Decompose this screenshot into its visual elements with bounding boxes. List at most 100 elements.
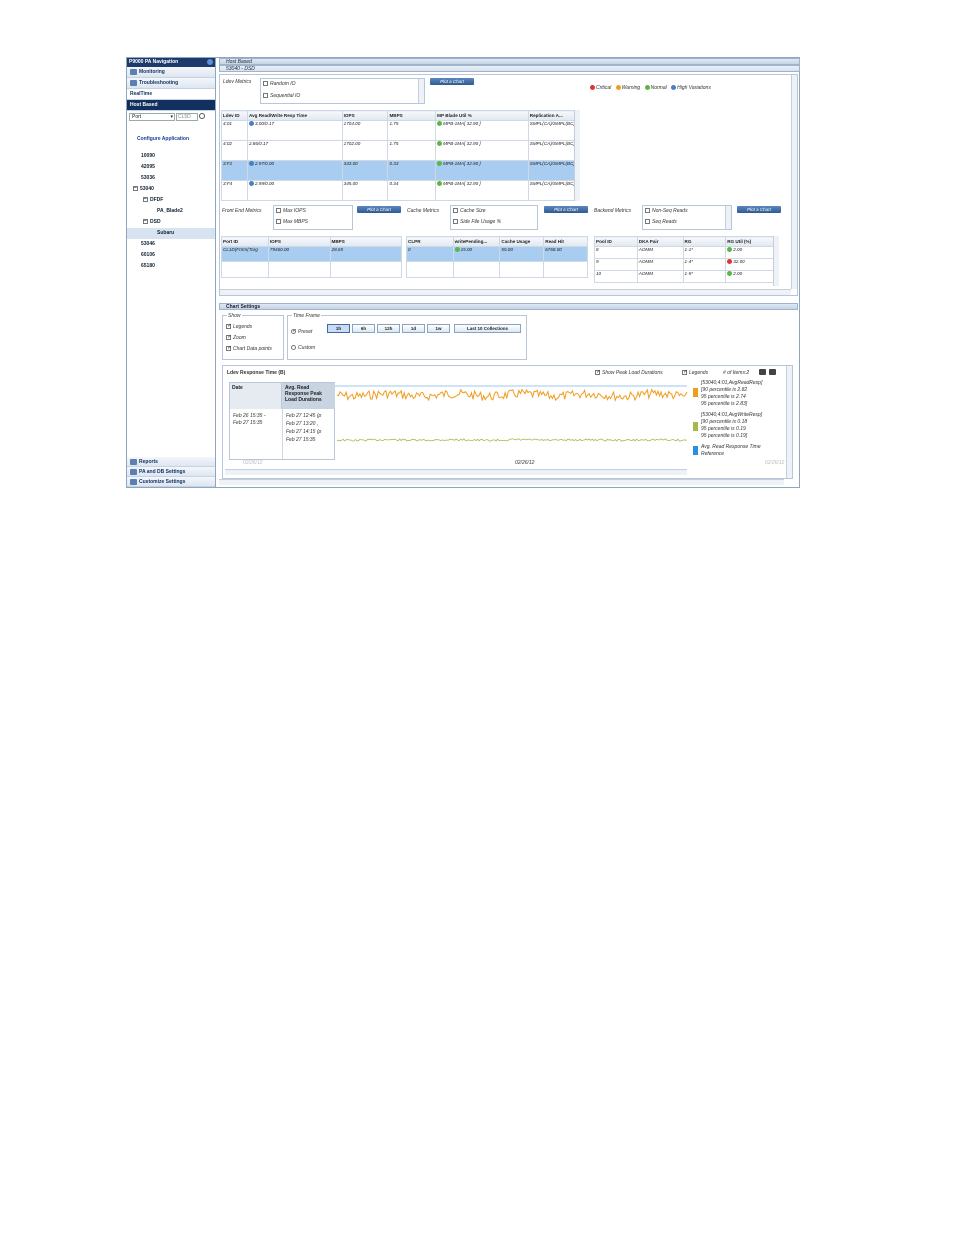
checkbox[interactable]	[276, 219, 281, 225]
checkbox[interactable]	[645, 219, 650, 225]
checkbox[interactable]	[595, 369, 600, 376]
radio[interactable]	[291, 328, 296, 335]
option-seq-reads[interactable]: Seq Reads	[645, 219, 677, 225]
table-row[interactable]: 4:02 2.86/0.17 1702.00 1.75 MPB-1MA[ 32.90 ]…	[221, 140, 578, 161]
checkbox[interactable]	[276, 208, 281, 214]
nav-troubleshooting[interactable]: Troubleshooting	[127, 78, 215, 89]
checkbox[interactable]	[453, 208, 458, 214]
timeframe-6h-button[interactable]: 6h	[352, 324, 375, 333]
list-scrollbar[interactable]	[418, 79, 424, 103]
tree-node[interactable]: 42095	[127, 162, 215, 173]
checkbox[interactable]	[226, 323, 231, 330]
checkbox[interactable]	[682, 369, 687, 376]
checkbox[interactable]	[453, 219, 458, 225]
option-cache-size[interactable]: Cache Size	[453, 208, 486, 214]
tree-node[interactable]: 53046	[127, 239, 215, 250]
collapse-box-icon[interactable]: −	[133, 186, 138, 192]
nav-monitoring[interactable]: Monitoring	[127, 67, 215, 78]
option-side-file[interactable]: Side File Usage %	[453, 219, 501, 225]
list-scrollbar[interactable]	[725, 206, 731, 229]
custom-radio[interactable]: Custom	[291, 345, 315, 351]
column-header[interactable]: IOPS	[341, 110, 389, 121]
column-header[interactable]: Port ID	[221, 236, 269, 247]
table-row[interactable]: 9 AOMM 1-4* 32.00	[594, 258, 774, 271]
table-row-selected[interactable]: 3:F2 2.97/0.00 343.00 0.33 MPB-1MA[ 32.90 ] S…	[221, 160, 578, 181]
pool-scrollbar[interactable]	[773, 236, 779, 286]
chart-scrollbar[interactable]	[786, 366, 792, 478]
column-header[interactable]: MBPS	[329, 236, 403, 247]
nav-customize-settings[interactable]: Customize Settings	[127, 477, 215, 487]
option-sequential-io[interactable]: Sequential IO	[263, 93, 300, 99]
tree-node-expanded[interactable]: − DSD	[127, 217, 215, 228]
configure-application-link[interactable]: Configure Application	[137, 136, 215, 142]
table-scrollbar[interactable]	[574, 110, 580, 201]
timeframe-1d-button[interactable]: 1d	[402, 324, 425, 333]
checkbox[interactable]	[263, 81, 268, 87]
table-row[interactable]: 8 AOMM 1-1* 2.00	[594, 246, 774, 259]
export-icon[interactable]	[759, 369, 766, 375]
table-row[interactable]: 10 AOMM 1-5* 2.00	[594, 270, 774, 283]
column-header[interactable]: MBPS	[387, 110, 437, 121]
checkbox[interactable]	[226, 334, 231, 341]
plot-chart-button[interactable]: Plot a Chart	[544, 206, 588, 213]
chart-settings-header[interactable]: Chart Settings	[219, 303, 798, 310]
tree-node-selected[interactable]: Subaru	[127, 228, 215, 239]
column-header[interactable]: MP Blade Util %	[435, 110, 529, 121]
timeframe-1w-button[interactable]: 1w	[427, 324, 450, 333]
search-input[interactable]: CL5D	[176, 113, 198, 121]
option-chart-data-points[interactable]: Chart Data points	[226, 345, 272, 352]
column-header[interactable]: RG	[682, 236, 727, 247]
column-header[interactable]: Ldev ID	[221, 110, 248, 121]
collapse-box-icon[interactable]: −	[143, 197, 148, 203]
option-legends[interactable]: Legends	[226, 323, 252, 330]
search-icon[interactable]	[199, 113, 205, 119]
plot-chart-button[interactable]: Plot a Chart	[357, 206, 401, 213]
nav-pa-db-settings[interactable]: PA and DB Settings	[127, 467, 215, 477]
table-row-selected[interactable]: CL1D(FIXm(Targ 79460.00 28.65	[221, 246, 403, 262]
column-header[interactable]: Replication A...	[527, 110, 578, 121]
print-icon[interactable]	[769, 369, 776, 375]
last-10-collections-button[interactable]: Last 10 Collections	[454, 324, 521, 333]
plot-chart-button[interactable]: Plot a Chart	[737, 206, 781, 213]
tree-node[interactable]: 53036	[127, 173, 215, 184]
column-header[interactable]: DKA Pair	[636, 236, 684, 247]
option-zoom[interactable]: Zoom	[226, 334, 246, 341]
nav-host-based[interactable]: Host Based	[127, 100, 215, 111]
show-peak-option[interactable]: Show Peak Load Durations	[595, 369, 663, 376]
collapse-icon[interactable]	[207, 59, 213, 65]
plot-chart-button[interactable]: Plot a Chart	[430, 78, 474, 85]
option-non-seq-reads[interactable]: Non-Seq Reads	[645, 208, 688, 214]
collapse-box-icon[interactable]: −	[143, 219, 148, 225]
tree-node[interactable]: 65180	[127, 261, 215, 272]
column-header[interactable]: IOPS	[267, 236, 331, 247]
chart-hscrollbar[interactable]	[225, 469, 687, 475]
timeframe-1h-button[interactable]: 1h	[327, 324, 350, 333]
checkbox[interactable]	[226, 345, 231, 352]
table-row[interactable]: 4:01 3.00/0.17 1704.00 1.75 MPB-1MA[ 32.90 ]…	[221, 120, 578, 141]
column-header[interactable]: Read Hit	[543, 236, 588, 247]
tree-node[interactable]: 10090	[127, 151, 215, 162]
column-header[interactable]: RG Util (%)	[725, 236, 774, 247]
table-row-selected[interactable]: 0 15.00 55.00 6768.00	[406, 246, 588, 262]
checkbox[interactable]	[645, 208, 650, 214]
nav-reports[interactable]: Reports	[127, 457, 215, 467]
tree-node[interactable]: 60106	[127, 250, 215, 261]
panel-hscrollbar[interactable]	[220, 289, 791, 295]
column-header[interactable]: Cache Usage	[499, 236, 545, 247]
page-hscrollbar[interactable]	[219, 479, 784, 485]
column-header[interactable]: Avg Read/Write Resp Time	[246, 110, 343, 121]
preset-radio[interactable]: Preset	[291, 328, 312, 335]
option-max-iops[interactable]: Max IOPS	[276, 208, 306, 214]
tree-node[interactable]: PA_Blade2	[127, 206, 215, 217]
option-max-mbps[interactable]: Max MBPS	[276, 219, 308, 225]
tree-node-expanded[interactable]: −53040	[127, 184, 215, 195]
tree-node-expanded[interactable]: − DFDF	[127, 195, 215, 206]
panel-scrollbar[interactable]	[791, 75, 797, 289]
column-header[interactable]: writePending...	[452, 236, 501, 247]
nav-realtime[interactable]: RealTime	[127, 89, 215, 100]
checkbox[interactable]	[263, 93, 268, 99]
radio[interactable]	[291, 345, 296, 351]
column-header[interactable]: Pool ID	[594, 236, 638, 247]
table-row[interactable]: 3:F4 2.99/0.00 345.00 0.34 MPB-1MA[ 32.90 ] S…	[221, 180, 578, 201]
type-select[interactable]: Port ▾	[129, 113, 175, 121]
